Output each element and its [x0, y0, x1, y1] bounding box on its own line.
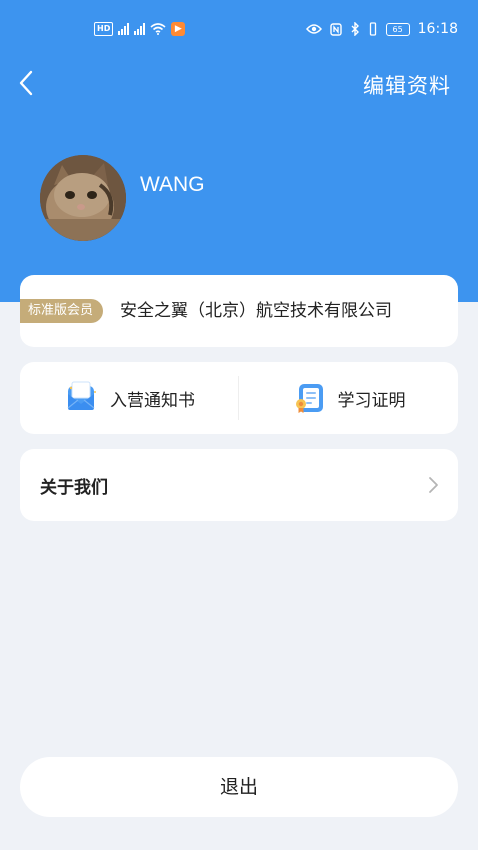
status-bar-right: 65 16:18 — [305, 21, 458, 37]
vibrate-icon — [369, 22, 376, 36]
admission-notice-button[interactable]: 入营通知书 — [20, 362, 239, 434]
company-name: 安全之翼（北京）航空技术有限公司 — [120, 301, 392, 321]
clock: 16:18 — [417, 21, 458, 37]
membership-card: 标准版会员 安全之翼（北京）航空技术有限公司 — [20, 275, 458, 347]
quick-actions-card: 入营通知书 学习证明 — [20, 362, 458, 434]
about-us-row[interactable]: 关于我们 — [20, 449, 458, 521]
back-button[interactable] — [14, 66, 42, 100]
certificate-icon — [295, 384, 323, 413]
battery-icon: 65 — [385, 22, 410, 36]
logout-button[interactable]: 退出 — [20, 757, 458, 817]
status-bar-left: HD ▶ — [94, 22, 186, 36]
signal-icon-2 — [134, 23, 146, 35]
admission-notice-label: 入营通知书 — [110, 390, 195, 411]
eye-icon — [305, 24, 322, 34]
wifi-icon — [150, 23, 166, 35]
status-bar: HD ▶ 65 16:18 — [0, 0, 478, 58]
app-notification-icon: ▶ — [171, 22, 186, 36]
study-certificate-label: 学习证明 — [337, 390, 406, 411]
username: WANG — [140, 173, 205, 196]
member-badge: 标准版会员 — [20, 299, 104, 323]
chevron-left-icon — [19, 70, 33, 96]
envelope-icon — [67, 381, 96, 410]
cat-avatar-image — [40, 155, 126, 241]
bluetooth-icon — [351, 22, 359, 36]
about-us-label: 关于我们 — [40, 478, 108, 498]
edit-profile-button[interactable]: 编辑资料 — [363, 70, 451, 100]
hd-indicator: HD — [94, 22, 114, 36]
nfc-icon — [329, 22, 342, 36]
signal-icon — [118, 23, 130, 35]
chevron-right-icon — [429, 477, 438, 493]
avatar[interactable] — [40, 155, 126, 241]
study-certificate-button[interactable]: 学习证明 — [239, 362, 458, 434]
